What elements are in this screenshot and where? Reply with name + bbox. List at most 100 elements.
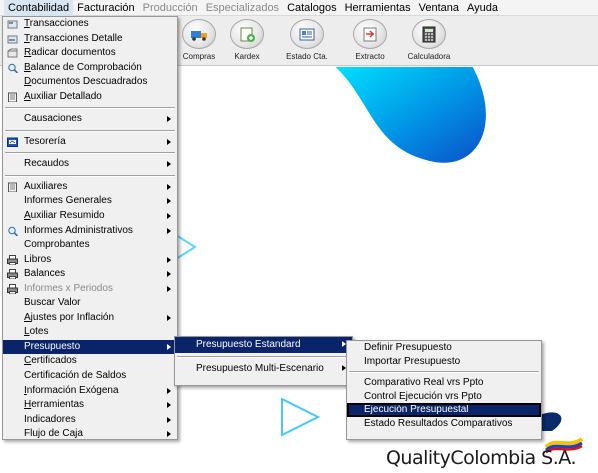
submenu-arrow-icon (167, 116, 171, 123)
toolbar-button-label: Kardex (234, 52, 260, 61)
submenu-arrow-icon (167, 314, 171, 321)
menu-item-label: Auxiliar Detallado (24, 90, 102, 102)
submenu-arrow-icon (167, 271, 171, 278)
menubar-item-produccion[interactable]: Producción (139, 0, 202, 16)
company-logo-text: QualityColombia S.A. (385, 447, 577, 469)
submenu-item-estado-resultados-comparativos[interactable]: Estado Resultados Comparativos (347, 417, 541, 431)
menu-item-auxiliar-resumido[interactable]: Auxiliar Resumido (3, 209, 177, 224)
menu-item-label: Balances (24, 268, 66, 280)
menu-item-informes-x-periodos: Informes x Periodos (3, 282, 177, 297)
menu-item-flujo-de-caja[interactable]: Flujo de Caja (3, 427, 177, 442)
menu-bar: Contabilidad Facturación Producción Especia… (0, 0, 598, 16)
menu-item-libros[interactable]: Libros (3, 253, 177, 268)
menu-separator (3, 172, 177, 180)
printer-icon (7, 269, 18, 280)
menu-item-label: Causaciones (24, 113, 82, 125)
magnifier-icon (7, 226, 19, 237)
menu-item-herramientas[interactable]: Herramientas (3, 398, 177, 413)
submenu-item-control-ejecucion-vrs-ppto[interactable]: Control Ejecución vrs Ppto (347, 390, 541, 404)
toolbar-button-estado-cta[interactable]: Estado Cta. (278, 19, 336, 63)
submenu-arrow-icon (167, 402, 171, 409)
submenu-item-definir-presupuesto[interactable]: Definir Presupuesto (347, 341, 541, 355)
submenu-item-presupuesto-estandard[interactable]: Presupuesto Estandard (175, 337, 352, 353)
menu-item-transacciones[interactable]: Transacciones (3, 17, 177, 32)
menu-separator (3, 127, 177, 135)
menu-item-label: Auxiliares (24, 180, 68, 192)
decorative-triangle (281, 397, 321, 437)
menu-item-auxiliares[interactable]: Auxiliares (3, 180, 177, 195)
menu-item-balance-de-comprobacion[interactable]: Balance de Comprobación (3, 61, 177, 76)
menu-item-label: Recaudos (24, 158, 70, 170)
menu-item-label: Herramientas (24, 399, 85, 411)
menu-separator (3, 104, 177, 112)
menu-item-label: Indicadores (24, 413, 76, 425)
menu-item-label: Informes Administrativos (24, 224, 133, 236)
ledger-icon (7, 92, 18, 103)
submenu-item-ejecucion-presupuestal[interactable]: Ejecución Presupuestal (347, 403, 541, 417)
menu-item-certificados[interactable]: Certificados (3, 354, 177, 369)
submenu-arrow-icon (167, 138, 171, 145)
menubar-item-herramientas[interactable]: Herramientas (341, 0, 415, 16)
menu-item-label: Balance de Comprobación (24, 61, 142, 73)
menu-item-causaciones[interactable]: Causaciones (3, 112, 177, 127)
ledger-icon (7, 182, 18, 193)
menu-item-label: Flujo de Caja (24, 428, 83, 440)
printer-icon (7, 283, 18, 295)
menu-item-lotes[interactable]: Lotes (3, 325, 177, 340)
menu-item-documentos-descuadrados[interactable]: Documentos Descuadrados (3, 75, 177, 90)
menu-item-label: Certificados (24, 355, 77, 367)
menubar-item-catalogos[interactable]: Catalogos (283, 0, 341, 16)
menu-item-buscar-valor[interactable]: Buscar Valor (3, 296, 177, 311)
submenu-item-importar-presupuesto[interactable]: Importar Presupuesto (347, 355, 541, 369)
submenu-arrow-icon (167, 183, 171, 190)
submenu-arrow-icon (167, 416, 171, 423)
submenu-item-label: Presupuesto Multi-Escenario (196, 363, 324, 374)
menubar-item-especializados[interactable]: Especializados (202, 0, 283, 16)
toolbar-button-label: Calculadora (407, 52, 451, 61)
kardex-icon (230, 19, 264, 49)
menu-item-informacion-exogena[interactable]: Información Exógena (3, 384, 177, 399)
menu-item-transacciones-detalle[interactable]: Transacciones Detalle (3, 32, 177, 47)
submenu-item-comparativo-real-vrs-ppto[interactable]: Comparativo Real vrs Ppto (347, 376, 541, 390)
submenu-arrow-icon (167, 343, 171, 350)
menu-item-indicadores[interactable]: Indicadores (3, 413, 177, 428)
submenu-arrow-icon (167, 227, 171, 234)
toolbar-button-label: Estado Cta. (286, 52, 328, 61)
menubar-item-ventana[interactable]: Ventana (415, 0, 463, 16)
menu-item-label: Ajustes por Inflación (24, 311, 115, 323)
toolbar-button-kardex[interactable]: Kardex (218, 19, 276, 63)
menu-item-informes-generales[interactable]: Informes Generales (3, 194, 177, 209)
truck-icon (182, 19, 216, 49)
menu-item-label: Información Exógena (24, 384, 119, 396)
submenu-item-label: Control Ejecución vrs Ppto (364, 390, 482, 402)
toolbar-button-calculadora[interactable]: Calculadora (400, 19, 458, 63)
menu-item-label: Presupuesto (24, 340, 81, 352)
menu-item-informes-administrativos[interactable]: Informes Administrativos (3, 224, 177, 239)
menu-item-recaudos[interactable]: Recaudos (3, 157, 177, 172)
toolbar-button-extracto[interactable]: Extracto (341, 19, 399, 63)
menu-item-balances[interactable]: Balances (3, 267, 177, 282)
menu-separator (347, 368, 541, 376)
menu-item-ajustes-por-inflacion[interactable]: Ajustes por Inflación (3, 311, 177, 326)
menu-item-comprobantes[interactable]: Comprobantes (3, 238, 177, 253)
menubar-item-ayuda[interactable]: Ayuda (463, 0, 502, 16)
menu-item-radicar-documentos[interactable]: Radicar documentos (3, 46, 177, 61)
menu-item-label: Tesorería (24, 135, 66, 147)
menubar-item-contabilidad[interactable]: Contabilidad (4, 0, 74, 16)
menu-separator (175, 353, 352, 361)
submenu-item-label: Definir Presupuesto (364, 342, 452, 353)
menu-item-certificacion-de-saldos[interactable]: Certificación de Saldos (3, 369, 177, 384)
submenu-item-presupuesto-multi-escenario[interactable]: Presupuesto Multi-Escenario (175, 361, 352, 377)
menu-item-tesoreria[interactable]: Tesorería (3, 135, 177, 150)
menubar-item-facturacion[interactable]: Facturación (73, 0, 138, 16)
contabilidad-dropdown-menu: Transacciones Transacciones Detalle Radica… (2, 16, 178, 440)
treasury-icon (7, 137, 18, 147)
menu-item-label: Lotes (24, 326, 49, 338)
account-statement-icon (290, 19, 324, 49)
submenu-item-label: Presupuesto Estandard (196, 339, 301, 350)
submenu-item-label: Comparativo Real vrs Ppto (364, 377, 484, 388)
menu-item-presupuesto[interactable]: Presupuesto (3, 339, 177, 355)
decorative-shape (540, 412, 562, 431)
menu-item-auxiliar-detallado[interactable]: Auxiliar Detallado (3, 90, 177, 105)
toolbar-button-label: Extracto (355, 52, 385, 61)
